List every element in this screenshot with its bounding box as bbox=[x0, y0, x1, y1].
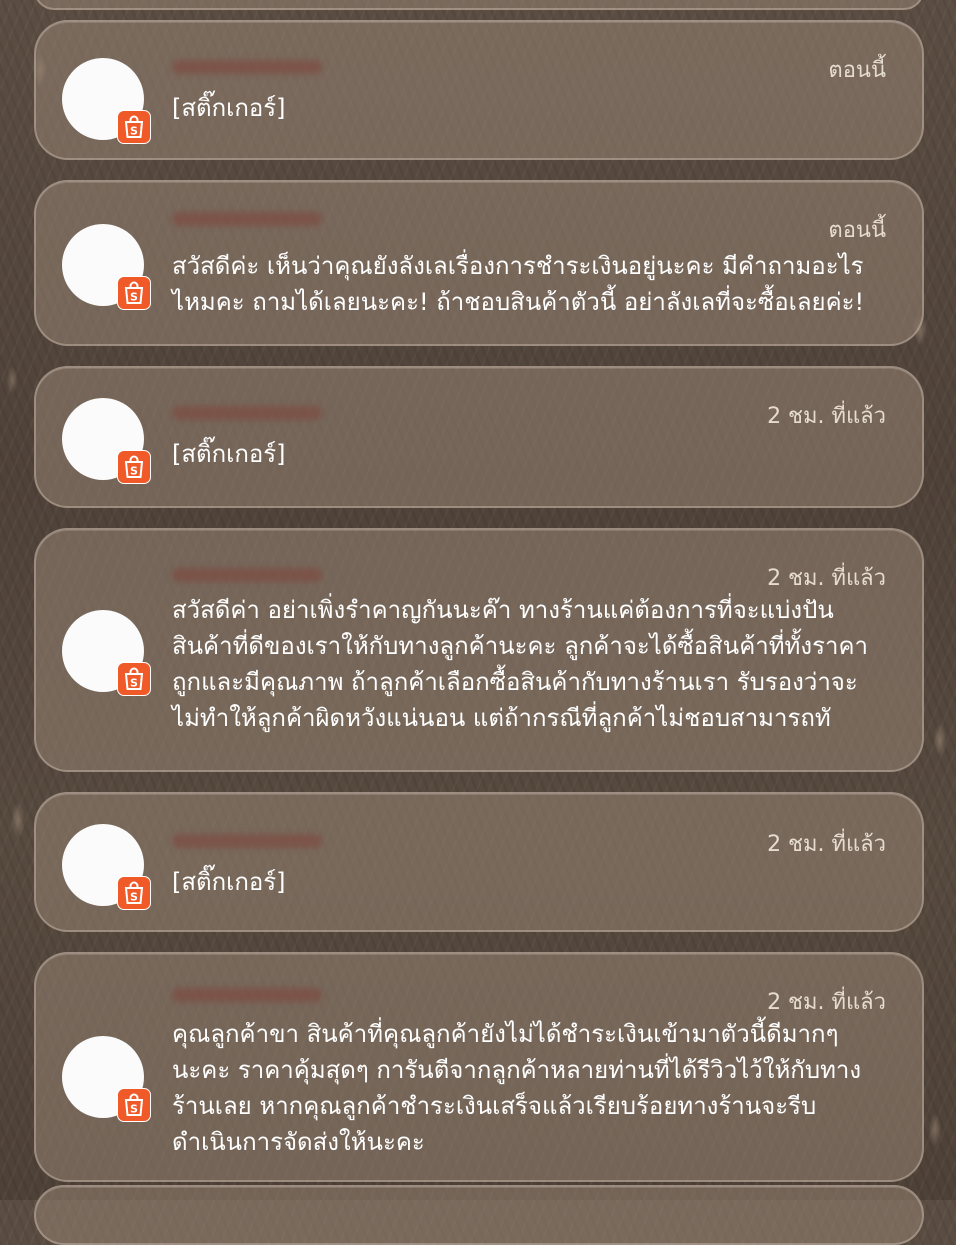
timestamp: ตอนนี้ bbox=[828, 218, 886, 243]
shopee-bag-icon: S bbox=[117, 276, 151, 310]
message-text: คุณลูกค้าขา สินค้าที่คุณลูกค้ายังไม่ได้ช… bbox=[172, 1016, 892, 1160]
message-line: [สติ๊กเกอร์] bbox=[172, 868, 286, 896]
message-line: [สติ๊กเกอร์] bbox=[172, 440, 286, 468]
message-line: คุณลูกค้าขา สินค้าที่คุณลูกค้ายังไม่ได้ช… bbox=[172, 1020, 839, 1048]
message-line: ไม่ทำให้ลูกค้าผิดหวังแน่นอน แต่ถ้ากรณีที… bbox=[172, 704, 831, 732]
timestamp: 2 ชม. ที่แล้ว bbox=[767, 404, 886, 429]
timestamp: 2 ชม. ที่แล้ว bbox=[767, 832, 886, 857]
sender-avatar: S bbox=[62, 398, 151, 484]
notification-card[interactable]: S 2 ชม. ที่แล้ว สวัสดีค่า อย่าเพิ่งรำคาญ… bbox=[34, 528, 924, 772]
sender-name-redacted bbox=[172, 834, 322, 848]
sender-avatar: S bbox=[62, 58, 151, 144]
timestamp: 2 ชม. ที่แล้ว bbox=[767, 990, 886, 1015]
notification-card-partial-bottom[interactable] bbox=[34, 1185, 924, 1245]
message-line: ดำเนินการจัดส่งให้นะคะ bbox=[172, 1128, 425, 1156]
notification-card[interactable]: S 2 ชม. ที่แล้ว [สติ๊กเกอร์] bbox=[34, 792, 924, 932]
shopee-bag-icon: S bbox=[117, 1088, 151, 1122]
message-text: [สติ๊กเกอร์] bbox=[172, 864, 892, 900]
notification-card-partial-top[interactable] bbox=[34, 0, 924, 10]
message-line: สวัสดีค่า อย่าเพิ่งรำคาญกันนะค๊า ทางร้าน… bbox=[172, 596, 834, 624]
svg-text:S: S bbox=[130, 465, 138, 478]
sender-name-redacted bbox=[172, 212, 322, 226]
svg-text:S: S bbox=[130, 125, 138, 138]
svg-text:S: S bbox=[130, 891, 138, 904]
timestamp: 2 ชม. ที่แล้ว bbox=[767, 566, 886, 591]
message-line: ร้านเลย หากคุณลูกค้าชำระเงินเสร็จแล้วเรี… bbox=[172, 1092, 817, 1120]
message-text: สวัสดีค่า อย่าเพิ่งรำคาญกันนะค๊า ทางร้าน… bbox=[172, 592, 892, 736]
svg-text:S: S bbox=[130, 1103, 138, 1116]
notification-card[interactable]: S ตอนนี้ สวัสดีค่ะ เห็นว่าคุณยังลังเลเรื… bbox=[34, 180, 924, 346]
sender-avatar: S bbox=[62, 824, 151, 910]
svg-text:S: S bbox=[130, 677, 138, 690]
shopee-bag-icon: S bbox=[117, 662, 151, 696]
message-line: ไหมคะ ถามได้เลยนะคะ! ถ้าชอบสินค้าตัวนี้ … bbox=[172, 288, 865, 316]
sender-name-redacted bbox=[172, 60, 322, 74]
sender-avatar: S bbox=[62, 224, 151, 310]
shopee-bag-icon: S bbox=[117, 876, 151, 910]
sender-avatar: S bbox=[62, 1036, 151, 1122]
shopee-bag-icon: S bbox=[117, 450, 151, 484]
shopee-bag-icon: S bbox=[117, 110, 151, 144]
sender-name-redacted bbox=[172, 568, 322, 582]
notification-card[interactable]: S 2 ชม. ที่แล้ว คุณลูกค้าขา สินค้าที่คุณ… bbox=[34, 952, 924, 1182]
notification-card[interactable]: S 2 ชม. ที่แล้ว [สติ๊กเกอร์] bbox=[34, 366, 924, 508]
message-line: [สติ๊กเกอร์] bbox=[172, 94, 286, 122]
message-line: นะคะ ราคาคุ้มสุดๆ การันตีจากลูกค้าหลายท่… bbox=[172, 1056, 862, 1084]
message-line: สินค้าที่ดีของเราให้กับทางลูกค้านะคะ ลูก… bbox=[172, 632, 868, 660]
sender-avatar: S bbox=[62, 610, 151, 696]
message-line: ถูกและมีคุณภาพ ถ้าลูกค้าเลือกซื้อสินค้าก… bbox=[172, 668, 858, 696]
message-text: [สติ๊กเกอร์] bbox=[172, 436, 892, 472]
message-text: [สติ๊กเกอร์] bbox=[172, 90, 892, 126]
notification-card[interactable]: S ตอนนี้ [สติ๊กเกอร์] bbox=[34, 20, 924, 160]
sender-name-redacted bbox=[172, 406, 322, 420]
svg-text:S: S bbox=[130, 291, 138, 304]
message-text: สวัสดีค่ะ เห็นว่าคุณยังลังเลเรื่องการชำร… bbox=[172, 248, 892, 320]
sender-name-redacted bbox=[172, 988, 322, 1002]
message-line: สวัสดีค่ะ เห็นว่าคุณยังลังเลเรื่องการชำร… bbox=[172, 252, 864, 280]
timestamp: ตอนนี้ bbox=[828, 58, 886, 83]
